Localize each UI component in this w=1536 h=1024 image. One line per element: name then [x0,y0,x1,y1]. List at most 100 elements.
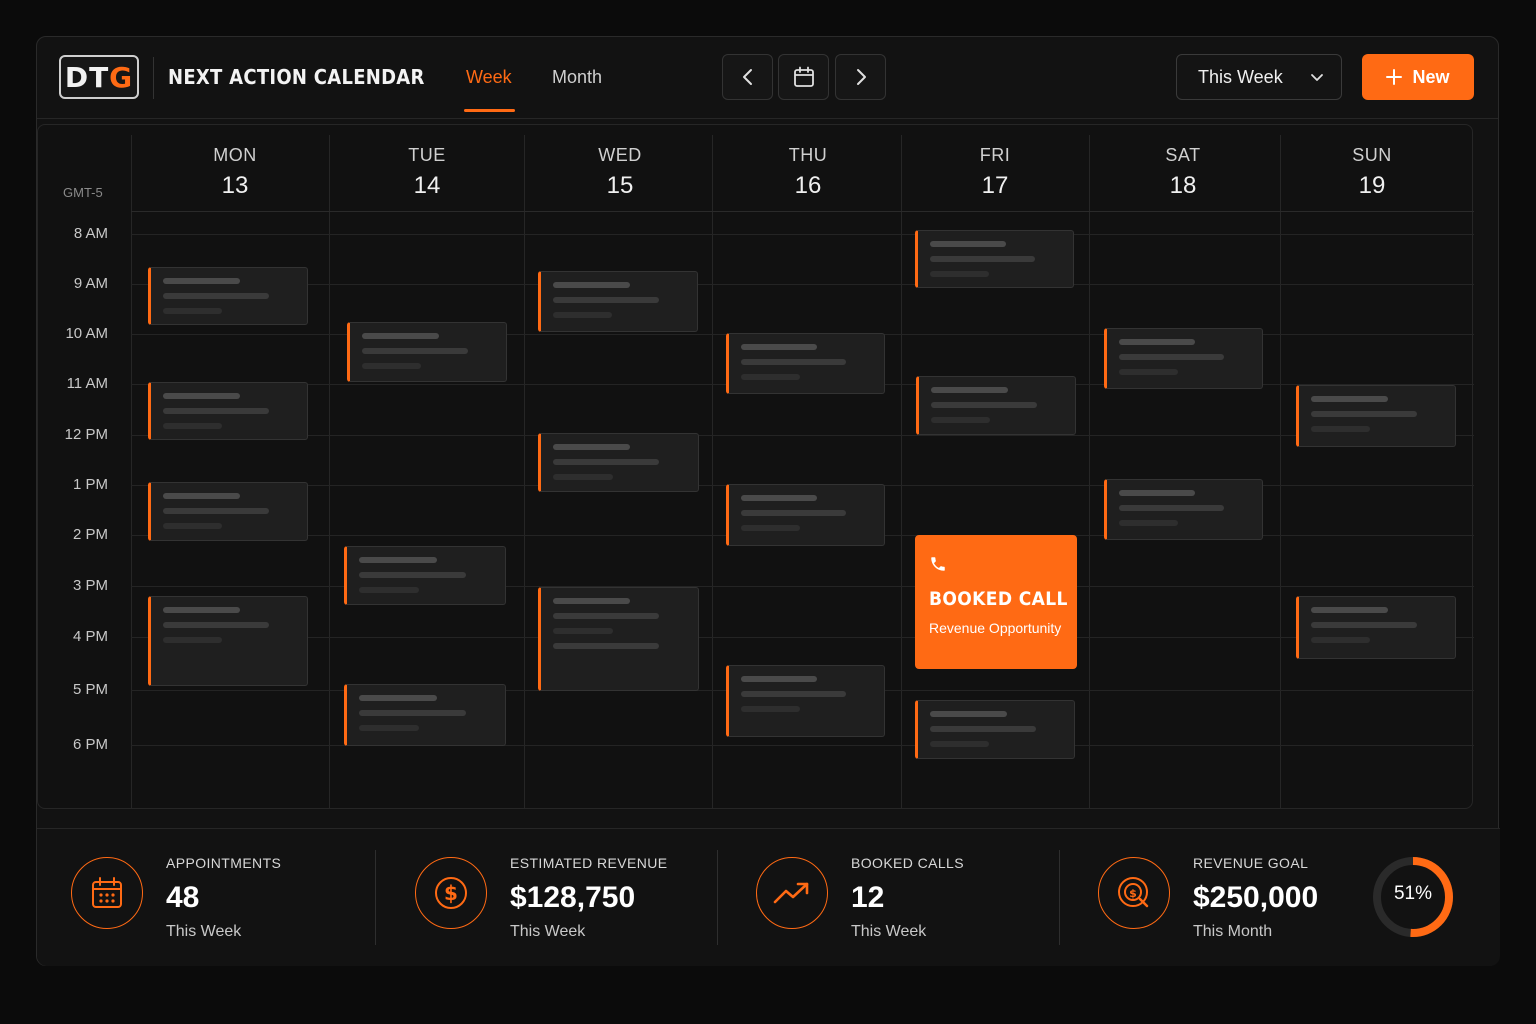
day-header-sat[interactable]: SAT 18 [1123,145,1243,200]
new-button-label: New [1412,66,1450,87]
calendar-event[interactable] [538,271,698,332]
target-icon: $ [1098,857,1170,929]
tab-month[interactable]: Month [552,67,602,88]
stat-label: BOOKED CALLS [851,855,964,871]
column-divider [712,135,713,809]
calendar-event[interactable] [344,546,506,605]
day-name: WED [598,145,642,165]
calendar-event[interactable] [1104,328,1263,389]
calendar-event[interactable] [726,484,885,546]
chevron-right-icon [856,69,866,85]
column-divider [1280,135,1281,809]
calendar-event[interactable] [538,433,699,492]
column-divider [1089,135,1090,809]
header-divider [131,211,1474,212]
day-name: TUE [408,145,446,165]
svg-text:$: $ [1129,887,1137,900]
calendar-event[interactable] [347,322,507,382]
calendar-event[interactable] [916,376,1076,435]
chevron-down-icon [1311,74,1323,81]
logo-text: DT [64,60,110,94]
day-name: SUN [1352,145,1392,165]
stat-divider [717,850,718,945]
dollar-icon: $ [415,857,487,929]
calendar-event[interactable] [148,482,308,541]
calendar-event[interactable] [1296,385,1456,447]
hour-label: 9 AM [73,275,108,292]
hour-gridline [131,435,1474,436]
hour-label: 6 PM [72,736,108,753]
week-calendar-grid: GMT-5 MON 13 TUE 14 WED 15 THU 16 FRI 17 [37,124,1474,809]
next-week-button[interactable] [835,54,886,100]
logo-accent-letter: G [109,60,134,94]
hour-label: 1 PM [72,476,108,493]
calendar-event[interactable] [1296,596,1456,659]
calendar-event[interactable] [915,230,1074,288]
hour-gridline [131,586,1474,587]
new-event-button[interactable]: New [1362,54,1474,100]
day-number: 13 [221,172,249,199]
calendar-event[interactable] [726,333,885,394]
stat-period: This Week [510,923,586,940]
hour-label: 4 PM [72,628,108,645]
hour-label: 11 AM [66,375,108,392]
day-header-wed[interactable]: WED 15 [560,145,680,200]
stat-value: 48 [166,881,200,914]
stat-period: This Month [1193,923,1273,940]
calendar-event[interactable] [148,267,308,325]
range-dropdown[interactable]: This Week [1176,54,1342,100]
chevron-left-icon [742,69,752,85]
stats-panel: APPOINTMENTS 48 This Week $ ESTIMATED RE… [37,828,1500,966]
day-header-sun[interactable]: SUN 19 [1312,145,1432,200]
booked-call-title: BOOKED CALL [929,588,1068,610]
column-divider [901,135,902,809]
stat-label: APPOINTMENTS [166,855,282,871]
tab-week[interactable]: Week [466,67,512,88]
dtg-logo: DT G [59,55,139,99]
day-name: FRI [979,145,1011,165]
stat-revenue-goal: $ REVENUE GOAL $250,000 This Month [1064,829,1364,967]
calendar-event[interactable] [148,382,308,440]
calendar-icon [793,66,814,87]
phone-icon [929,555,1063,578]
calendar-event[interactable] [148,596,308,686]
page-title: NEXT ACTION CALENDAR [168,65,425,89]
plus-icon [1386,69,1403,85]
timezone-label: GMT-5 [63,185,103,200]
hour-gridline [131,637,1474,638]
range-dropdown-value: This Week [1198,66,1283,87]
day-number: 19 [1358,172,1386,199]
column-divider [329,135,330,809]
day-header-tue[interactable]: TUE 14 [367,145,487,200]
day-name: MON [213,145,257,165]
booked-call-event[interactable]: BOOKED CALL Revenue Opportunity [915,535,1077,669]
hour-gridline [131,284,1474,285]
stat-label: ESTIMATED REVENUE [510,855,668,871]
stat-value: $128,750 [510,881,636,914]
calendar-event[interactable] [538,587,699,691]
calendar-event[interactable] [915,700,1075,759]
day-header-thu[interactable]: THU 16 [748,145,868,200]
calendar-icon [71,857,143,929]
calendar-event[interactable] [1104,479,1263,540]
day-number: 16 [794,172,822,199]
calendar-event[interactable] [726,665,885,737]
hour-gridline [131,745,1474,746]
hour-label: 5 PM [72,681,108,698]
stat-period: This Week [166,923,242,940]
day-number: 18 [1169,172,1197,199]
title-divider [153,57,154,99]
previous-week-button[interactable] [722,54,773,100]
column-divider [524,135,525,809]
trend-up-icon [756,857,828,929]
day-name: THU [788,145,828,165]
day-number: 14 [413,172,441,199]
calendar-event[interactable] [344,684,506,746]
day-header-mon[interactable]: MON 13 [175,145,295,200]
hour-gridline [131,234,1474,235]
stat-value: 12 [851,881,885,914]
today-button[interactable] [778,54,829,100]
header-bar: DT G NEXT ACTION CALENDAR Week Month This… [37,37,1498,119]
stat-appointments: APPOINTMENTS 48 This Week [37,829,377,967]
day-header-fri[interactable]: FRI 17 [935,145,1055,200]
